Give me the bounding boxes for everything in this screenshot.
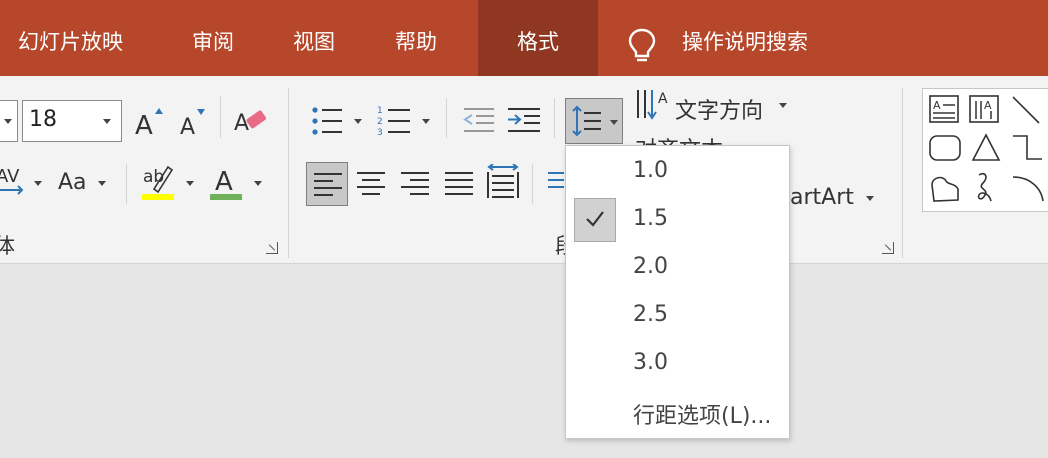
svg-text:A: A [984, 99, 992, 112]
freeform-shape-icon[interactable] [929, 173, 961, 203]
chevron-down-icon [4, 119, 12, 124]
svg-text:A: A [933, 99, 941, 112]
font-size-dropdown[interactable]: 18 [22, 100, 122, 142]
chevron-down-icon[interactable] [866, 196, 874, 201]
separator [902, 88, 903, 258]
separator [554, 98, 555, 138]
menu-item-label: 2.5 [633, 302, 668, 327]
line-spacing-option-1-0[interactable]: 1.0 [566, 148, 789, 196]
clear-formatting-icon[interactable]: A [234, 104, 270, 138]
line-spacing-option-3-0[interactable]: 3.0 [566, 340, 789, 388]
tab-slideshow[interactable]: 幻灯片放映 [18, 0, 123, 76]
text-direction-icon[interactable]: A [635, 88, 671, 122]
shapes-gallery[interactable]: A A [922, 88, 1048, 212]
bullets-icon[interactable] [310, 104, 344, 138]
chevron-down-icon[interactable] [254, 181, 262, 186]
align-text-label: 对齐文本 [635, 132, 723, 146]
selected-indicator [574, 198, 616, 242]
align-left-button[interactable] [306, 162, 348, 206]
checkmark-icon [586, 211, 604, 227]
menu-item-label: 3.0 [633, 350, 668, 375]
scribble-icon[interactable] [971, 171, 999, 205]
paragraph-dialog-launcher-icon[interactable] [882, 242, 894, 254]
line-spacing-menu: 1.0 1.5 2.0 2.5 3.0 行距选项(L)... [565, 145, 790, 439]
triangle-icon[interactable] [971, 133, 1001, 163]
svg-text:3: 3 [377, 128, 383, 138]
tab-view[interactable]: 视图 [293, 0, 335, 76]
text-direction-button[interactable]: 文字方向 [675, 93, 763, 125]
distributed-icon[interactable] [486, 164, 520, 200]
elbow-connector-icon[interactable] [1011, 133, 1043, 163]
menu-item-label: 行距选项(L)... [633, 404, 772, 429]
menu-item-label: 2.0 [633, 254, 668, 279]
line-spacing-option-2-0[interactable]: 2.0 [566, 244, 789, 292]
chevron-down-icon[interactable] [34, 181, 42, 186]
font-size-value: 18 [29, 107, 57, 132]
line-spacing-option-2-5[interactable]: 2.5 [566, 292, 789, 340]
svg-text:A: A [215, 167, 233, 197]
svg-text:2: 2 [377, 117, 383, 127]
menu-item-label: 1.5 [633, 206, 668, 231]
svg-text:A: A [180, 115, 195, 138]
line-spacing-options-item[interactable]: 行距选项(L)... [566, 388, 789, 436]
change-case-button[interactable]: Aa [58, 170, 87, 195]
decrease-font-size-icon[interactable]: A [178, 106, 208, 138]
separator [220, 96, 221, 138]
decrease-indent-icon[interactable] [462, 106, 496, 136]
chevron-down-icon [103, 119, 111, 124]
separator [288, 88, 289, 258]
rounded-rectangle-icon[interactable] [929, 135, 961, 161]
chevron-down-icon [610, 120, 618, 125]
separator [126, 164, 127, 204]
tab-review[interactable]: 审阅 [192, 0, 234, 76]
font-name-dropdown[interactable] [0, 100, 18, 142]
increase-font-size-icon[interactable]: A [133, 104, 165, 138]
character-spacing-label: AV [0, 166, 20, 187]
increase-indent-icon[interactable] [506, 106, 542, 136]
font-group-label: 体 [0, 234, 15, 258]
svg-text:A: A [135, 111, 153, 138]
align-text-button[interactable]: 对齐文本 [635, 132, 785, 146]
arc-icon[interactable] [1011, 173, 1045, 203]
convert-to-smartart-button[interactable]: artArt [790, 185, 854, 210]
align-right-icon[interactable] [400, 171, 430, 197]
chevron-down-icon[interactable] [354, 119, 362, 124]
line-spacing-icon [572, 105, 601, 137]
svg-text:A: A [234, 111, 249, 136]
search-box[interactable]: 操作说明搜索 [682, 0, 808, 76]
justify-icon[interactable] [444, 171, 474, 197]
ribbon-tab-bar: 幻灯片放映 审阅 视图 帮助 格式 操作说明搜索 [0, 0, 1048, 76]
ribbon: 18 A A A AV Aa ab A 体 1 2 3 A 文字方向 artAr… [0, 76, 1048, 264]
font-dialog-launcher-icon[interactable] [266, 242, 278, 254]
vertical-text-box-icon[interactable]: A [969, 95, 999, 123]
text-highlight-icon[interactable]: ab [140, 162, 178, 202]
line-shape-icon[interactable] [1011, 95, 1041, 125]
svg-text:1: 1 [377, 106, 383, 116]
columns-icon[interactable] [546, 171, 564, 197]
align-left-icon [314, 173, 342, 196]
svg-text:A: A [658, 91, 668, 107]
line-spacing-button[interactable] [565, 98, 623, 144]
lightbulb-icon[interactable] [628, 28, 656, 64]
character-spacing-icon[interactable]: AV [0, 164, 26, 198]
separator [532, 164, 533, 204]
tab-help[interactable]: 帮助 [395, 0, 437, 76]
text-box-icon[interactable]: A [929, 95, 959, 123]
font-color-icon[interactable]: A [210, 162, 244, 202]
chevron-down-icon[interactable] [779, 103, 787, 108]
chevron-down-icon[interactable] [422, 119, 430, 124]
separator [446, 98, 447, 138]
line-spacing-option-1-5[interactable]: 1.5 [566, 196, 789, 244]
tab-format[interactable]: 格式 [478, 0, 598, 76]
chevron-down-icon[interactable] [186, 181, 194, 186]
menu-item-label: 1.0 [633, 158, 668, 183]
numbering-icon[interactable]: 1 2 3 [376, 104, 412, 138]
align-center-icon[interactable] [356, 171, 386, 197]
chevron-down-icon[interactable] [98, 181, 106, 186]
